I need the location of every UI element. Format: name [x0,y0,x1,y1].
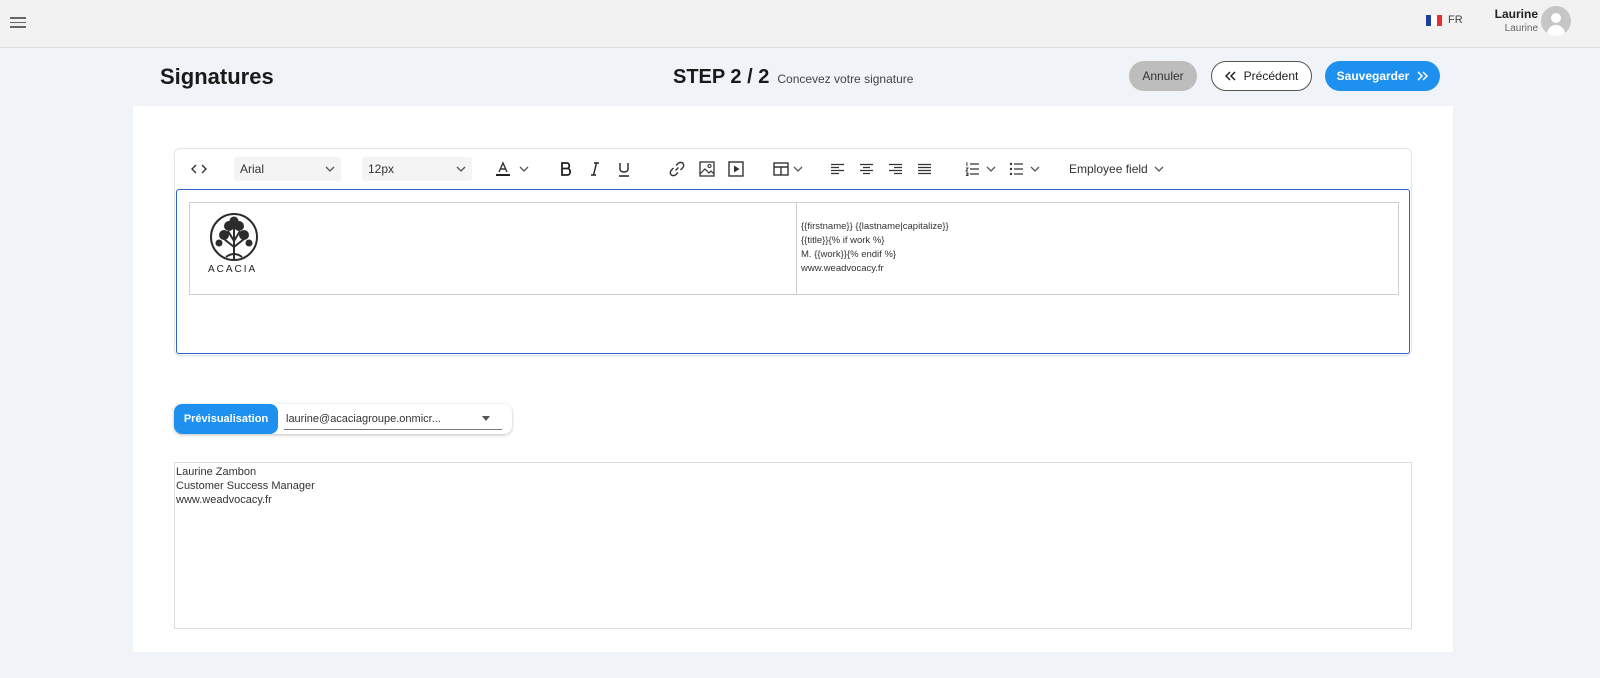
align-center-icon[interactable] [859,157,874,181]
user-name: Laurine [1494,7,1538,21]
table-divider [796,203,797,294]
image-icon[interactable] [699,157,715,181]
video-icon[interactable] [728,157,744,181]
bold-icon[interactable] [560,157,572,181]
menu-icon[interactable] [10,14,26,28]
signature-preview: Laurine Zambon Customer Success Manager … [174,462,1412,629]
font-size-value: 12px [368,162,395,176]
user-info[interactable]: Laurine Laurine [1495,7,1538,34]
chevrons-left-icon [1224,71,1236,81]
logo-text: ACACIA [208,264,258,275]
ordered-list-icon [965,162,979,176]
step-indicator: STEP 2 / 2 Concevez votre signature [673,66,913,89]
table-button[interactable] [773,157,803,181]
preview-line: Customer Success Manager [176,480,315,492]
align-right-icon[interactable] [888,157,903,181]
chevron-down-icon [519,166,529,172]
preview-email-value: laurine@acaciagroupe.onmicr... [286,412,441,425]
step-number: STEP 2 / 2 [673,66,770,88]
chevron-down-icon [325,166,335,172]
caret-down-icon [482,416,490,421]
chevrons-right-icon [1417,71,1429,81]
employee-field-select[interactable]: Employee field [1069,157,1164,181]
signature-editor: Arial 12px Employee field ACACIA {{first… [174,148,1412,356]
chevron-down-icon [456,166,466,172]
chevron-down-icon [1154,166,1164,172]
main-card: Arial 12px Employee field ACACIA {{first… [133,106,1453,652]
preview-line: Laurine Zambon [176,466,257,478]
preview-button[interactable]: Prévisualisation [174,404,278,434]
save-button[interactable]: Sauvegarder [1325,61,1440,91]
cancel-button[interactable]: Annuler [1129,61,1197,91]
code-view-icon[interactable] [191,157,207,181]
text-color-button[interactable] [495,157,529,181]
align-left-icon[interactable] [830,157,845,181]
previous-label: Précédent [1243,69,1299,83]
french-flag-icon [1426,14,1442,26]
table-icon [773,162,789,176]
template-line: {{title}}{% if work %} [801,235,885,246]
employee-field-label: Employee field [1069,162,1148,176]
chevron-down-icon [986,166,996,172]
font-family-value: Arial [240,162,265,176]
template-line: {{firstname}} {{lastname|capitalize}} [801,221,949,232]
save-label: Sauvegarder [1336,69,1410,83]
template-line: M. {{work}}{% endif %} [801,249,897,260]
language-label: FR [1448,14,1463,26]
italic-icon[interactable] [590,157,600,181]
signature-template: {{firstname}} {{lastname|capitalize}} {{… [801,220,949,276]
top-bar: FR Laurine Laurine [0,0,1600,48]
user-subtitle: Laurine [1504,23,1538,34]
align-justify-icon[interactable] [917,157,932,181]
preview-email-select[interactable]: laurine@acaciagroupe.onmicr... [284,408,502,430]
avatar-icon[interactable] [1541,6,1571,36]
previous-button[interactable]: Précédent [1211,61,1312,91]
preview-bar: Prévisualisation laurine@acaciagroupe.on… [174,404,512,434]
chevron-down-icon [793,166,803,172]
cancel-label: Annuler [1142,69,1184,83]
text-color-icon [496,161,510,176]
signature-table: ACACIA {{firstname}} {{lastname|capitali… [189,202,1399,295]
font-family-select[interactable]: Arial [234,157,341,181]
bullet-list-button[interactable] [1009,157,1040,181]
bullet-list-icon [1009,162,1023,176]
editor-content[interactable]: ACACIA {{firstname}} {{lastname|capitali… [176,189,1410,354]
preview-line: www.weadvocacy.fr [176,494,272,506]
font-size-select[interactable]: 12px [362,157,472,181]
link-icon[interactable] [669,157,685,181]
step-subtitle: Concevez votre signature [777,72,914,86]
ordered-list-button[interactable] [965,157,996,181]
language-selector[interactable]: FR [1426,14,1463,26]
underline-icon[interactable] [618,157,630,181]
chevron-down-icon [1030,166,1040,172]
editor-toolbar: Arial 12px Employee field [175,149,1411,189]
template-line: www.weadvocacy.fr [801,263,884,274]
page-title: Signatures [160,64,274,89]
